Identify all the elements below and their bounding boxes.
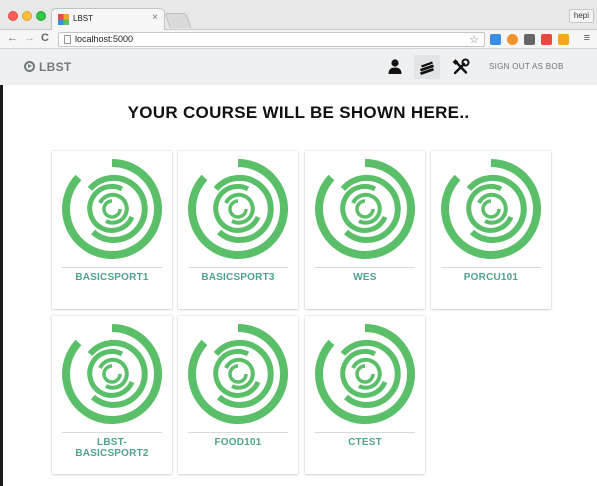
- extension-icon-2[interactable]: [507, 34, 518, 45]
- extension-icon-1[interactable]: [490, 34, 501, 45]
- course-card[interactable]: BASICSPORT1: [52, 151, 172, 309]
- favicon-icon: [58, 14, 69, 25]
- course-name: BASICSPORT1: [75, 272, 149, 283]
- card-divider: [315, 267, 415, 268]
- url-text: localhost:5000: [75, 34, 134, 44]
- brand-link[interactable]: LBST: [24, 60, 72, 74]
- course-logo-icon: [62, 159, 162, 259]
- window-maximize-button[interactable]: [36, 11, 46, 21]
- tab-close-icon[interactable]: ×: [152, 12, 158, 23]
- address-bar[interactable]: localhost:5000 ☆: [58, 32, 485, 47]
- bookmark-star-icon[interactable]: ☆: [469, 33, 479, 46]
- course-logo-icon: [188, 159, 288, 259]
- new-tab-button[interactable]: [164, 13, 192, 28]
- page-icon: [64, 35, 71, 44]
- play-circle-icon: [24, 61, 35, 72]
- courses-stack-icon: [420, 61, 434, 75]
- extension-icon-4[interactable]: [541, 34, 552, 45]
- profile-button[interactable]: hepi: [568, 9, 594, 23]
- tab-title: LBST: [73, 14, 94, 23]
- card-divider: [315, 432, 415, 433]
- app-navbar: LBST SIGN OUT AS BOB: [0, 49, 597, 85]
- course-name: FOOD101: [214, 437, 262, 448]
- course-card[interactable]: BASICSPORT3: [178, 151, 298, 309]
- back-icon[interactable]: ←: [7, 32, 18, 44]
- course-logo-icon: [62, 324, 162, 424]
- course-name: CTEST: [348, 437, 382, 448]
- reload-icon[interactable]: C: [41, 32, 49, 44]
- brand-label: LBST: [39, 60, 72, 74]
- course-logo-icon: [188, 324, 288, 424]
- course-logo-icon: [315, 324, 415, 424]
- course-card[interactable]: LBST- BASICSPORT2: [52, 316, 172, 474]
- course-card[interactable]: CTEST: [305, 316, 425, 474]
- browser-tab[interactable]: LBST ×: [51, 8, 165, 30]
- browser-menu-icon[interactable]: ≡: [584, 32, 590, 44]
- course-logo-icon: [315, 159, 415, 259]
- page-headline: YOUR COURSE WILL BE SHOWN HERE..: [127, 103, 470, 122]
- nav-profile-button[interactable]: [382, 55, 408, 79]
- course-card[interactable]: PORCU101: [431, 151, 551, 309]
- course-card[interactable]: WES: [305, 151, 425, 309]
- window-edge: [0, 85, 3, 486]
- course-card[interactable]: FOOD101: [178, 316, 298, 474]
- nav-courses-button[interactable]: [414, 55, 440, 79]
- course-name: BASICSPORT3: [201, 272, 275, 283]
- card-divider: [441, 267, 541, 268]
- card-divider: [62, 432, 162, 433]
- extension-icon-5[interactable]: [558, 34, 569, 45]
- course-name: LBST- BASICSPORT2: [75, 437, 149, 459]
- course-logo-icon: [441, 159, 541, 259]
- window-minimize-button[interactable]: [22, 11, 32, 21]
- browser-titlebar: LBST × hepi: [0, 0, 597, 30]
- window-close-button[interactable]: [8, 11, 18, 21]
- extension-icon-3[interactable]: [524, 34, 535, 45]
- card-divider: [188, 267, 288, 268]
- card-divider: [62, 267, 162, 268]
- signout-link[interactable]: SIGN OUT AS BOB: [489, 62, 564, 71]
- tools-icon: [452, 58, 470, 75]
- course-name: PORCU101: [463, 272, 519, 283]
- forward-icon[interactable]: →: [24, 32, 35, 44]
- user-icon: [388, 59, 402, 74]
- course-name: WES: [353, 272, 377, 283]
- nav-settings-button[interactable]: [448, 55, 474, 79]
- card-divider: [188, 432, 288, 433]
- browser-toolbar: ← → C localhost:5000 ☆ ≡: [0, 30, 597, 49]
